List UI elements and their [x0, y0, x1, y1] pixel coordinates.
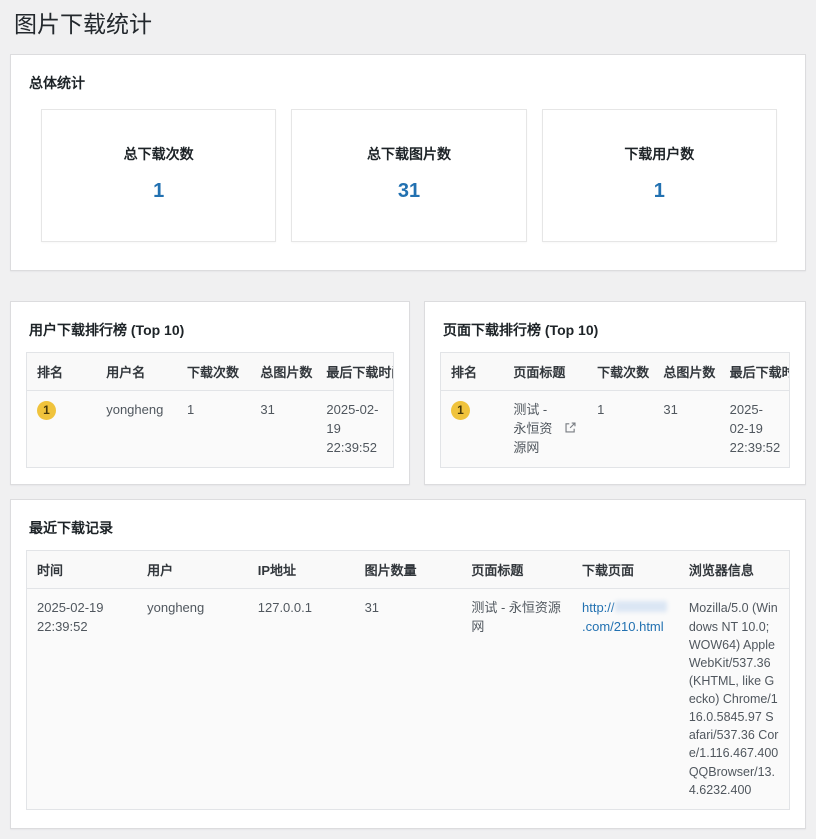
downloads-cell: 1: [177, 390, 250, 468]
user-ranking-heading: 用户下载排行榜 (Top 10): [11, 302, 409, 350]
rank-cell: 1: [27, 390, 97, 468]
stat-card-total-downloads: 总下载次数 1: [41, 109, 276, 242]
images-cell: 31: [653, 390, 719, 468]
user-ranking-panel: 用户下载排行榜 (Top 10) 排名 用户名 下载次数 总图片数 最后下载时间…: [10, 301, 410, 486]
table-row: 2025-02-19 22:39:52 yongheng 127.0.0.1 3…: [27, 589, 790, 809]
column-header-rank: 排名: [441, 352, 504, 390]
ranking-row: 用户下载排行榜 (Top 10) 排名 用户名 下载次数 总图片数 最后下载时间…: [10, 301, 806, 486]
page-ranking-heading: 页面下载排行榜 (Top 10): [425, 302, 805, 350]
column-header-username: 用户名: [96, 352, 177, 390]
page-ranking-table: 排名 页面标题 下载次数 总图片数 最后下载时间 1 测试 - 永恒资源网: [440, 352, 790, 469]
column-header-last-time: 最后下载时间: [720, 352, 790, 390]
column-header-last-time: 最后下载时间: [316, 352, 393, 390]
stat-value: 1: [50, 180, 267, 203]
column-header-images: 总图片数: [250, 352, 316, 390]
external-link-icon[interactable]: [564, 421, 577, 440]
stat-value: 1: [551, 180, 768, 203]
overall-stats-panel: 总体统计 总下载次数 1 总下载图片数 31 下载用户数 1: [10, 54, 806, 271]
stat-label: 下载用户数: [551, 144, 768, 164]
images-cell: 31: [250, 390, 316, 468]
ip-cell: 127.0.0.1: [248, 589, 355, 809]
recent-downloads-table: 时间 用户 IP地址 图片数量 页面标题 下载页面 浏览器信息 2025-02-…: [26, 550, 790, 809]
column-header-rank: 排名: [27, 352, 97, 390]
column-header-images: 总图片数: [653, 352, 719, 390]
user-ranking-table: 排名 用户名 下载次数 总图片数 最后下载时间 1 yongheng 1 31 …: [26, 352, 394, 469]
table-header-row: 排名 页面标题 下载次数 总图片数 最后下载时间: [441, 352, 790, 390]
last-time-cell: 2025-02-19 22:39:52: [720, 390, 790, 468]
column-header-download-page: 下载页面: [572, 551, 679, 589]
rank-badge: 1: [451, 401, 470, 420]
browser-info-cell: Mozilla/5.0 (Windows NT 10.0; WOW64) App…: [679, 589, 790, 809]
page-ranking-panel: 页面下载排行榜 (Top 10) 排名 页面标题 下载次数 总图片数 最后下载时…: [424, 301, 806, 486]
stat-cards-row: 总下载次数 1 总下载图片数 31 下载用户数 1: [11, 103, 805, 270]
stat-label: 总下载图片数: [300, 144, 517, 164]
downloads-cell: 1: [587, 390, 653, 468]
user-cell: yongheng: [137, 589, 248, 809]
redacted-url-segment: [615, 601, 667, 612]
column-header-downloads: 下载次数: [587, 352, 653, 390]
page-container: 图片下载统计 总体统计 总下载次数 1 总下载图片数 31 下载用户数 1 用户…: [0, 0, 816, 839]
download-page-cell: http:// .com/210.html: [572, 589, 679, 809]
table-row: 1 测试 - 永恒资源网: [441, 390, 790, 468]
last-time-cell: 2025-02-19 22:39:52: [316, 390, 393, 468]
overall-stats-heading: 总体统计: [11, 55, 805, 103]
download-page-link[interactable]: http:// .com/210.html: [582, 600, 667, 634]
time-cell: 2025-02-19 22:39:52: [27, 589, 138, 809]
recent-downloads-panel: 最近下载记录 时间 用户 IP地址 图片数量 页面标题 下载页面 浏览器信息 2…: [10, 499, 806, 828]
page-title-cell: 测试 - 永恒资源网: [503, 390, 587, 468]
page-title: 图片下载统计: [10, 0, 806, 40]
table-header-row: 排名 用户名 下载次数 总图片数 最后下载时间: [27, 352, 394, 390]
column-header-page-title: 页面标题: [503, 352, 587, 390]
stat-value: 31: [300, 180, 517, 203]
column-header-downloads: 下载次数: [177, 352, 250, 390]
column-header-image-count: 图片数量: [355, 551, 462, 589]
url-suffix: .com/210.html: [582, 619, 664, 634]
rank-badge: 1: [37, 401, 56, 420]
url-prefix: http://: [582, 600, 615, 615]
stat-card-total-images: 总下载图片数 31: [291, 109, 526, 242]
rank-cell: 1: [441, 390, 504, 468]
column-header-page-title: 页面标题: [461, 551, 572, 589]
stat-card-download-users: 下载用户数 1: [542, 109, 777, 242]
recent-downloads-heading: 最近下载记录: [11, 500, 805, 548]
page-title-cell: 测试 - 永恒资源网: [461, 589, 572, 809]
table-row: 1 yongheng 1 31 2025-02-19 22:39:52: [27, 390, 394, 468]
username-cell: yongheng: [96, 390, 177, 468]
column-header-browser: 浏览器信息: [679, 551, 790, 589]
stat-label: 总下载次数: [50, 144, 267, 164]
image-count-cell: 31: [355, 589, 462, 809]
page-title-text: 测试 - 永恒资源网: [513, 401, 559, 458]
table-header-row: 时间 用户 IP地址 图片数量 页面标题 下载页面 浏览器信息: [27, 551, 790, 589]
column-header-user: 用户: [137, 551, 248, 589]
column-header-time: 时间: [27, 551, 138, 589]
column-header-ip: IP地址: [248, 551, 355, 589]
